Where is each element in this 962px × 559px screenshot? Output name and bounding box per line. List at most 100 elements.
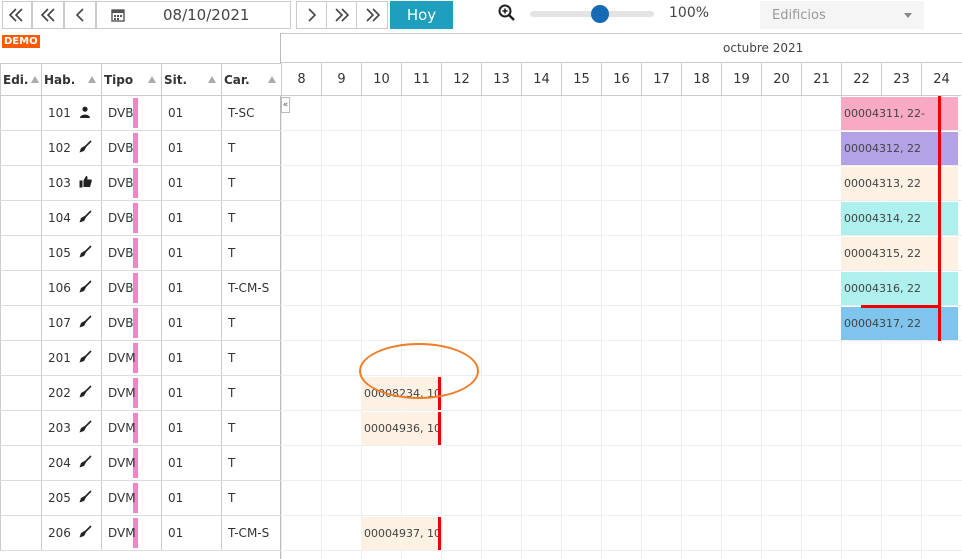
hab-cell[interactable]: 204 [41,446,138,480]
sit-cell: 01 [161,376,221,410]
sort-arrow-icon[interactable] [88,76,96,83]
car-cell: T [221,201,281,235]
room-number: 105 [48,246,71,260]
edi-cell [0,341,41,375]
day-header: 14 [521,63,561,96]
date-value[interactable]: 08/10/2021 [163,6,249,24]
date-picker[interactable]: 08/10/2021 [96,1,291,29]
column-header-sit[interactable]: Sit. [161,63,221,96]
room-list: Edi. Hab. Tipo Sit. Car. 101 DVB 01 T-SC 102… [0,33,281,559]
column-header-label: Sit. [164,72,188,87]
room-number: 101 [48,106,71,120]
zoom-in-icon[interactable] [498,4,516,22]
day-header: 11 [401,63,441,96]
hab-cell[interactable]: 205 [41,481,138,515]
today-button[interactable]: Hoy [390,1,453,29]
tipo-cell: DVB [101,201,161,235]
first-page-button[interactable] [2,1,32,29]
sort-arrow-icon[interactable] [148,76,156,83]
day-header: 9 [321,63,361,96]
hab-cell[interactable]: 201 [41,341,138,375]
room-row[interactable]: 105 DVB 01 T [0,236,281,271]
tipo-cell: DVM [101,516,161,550]
car-cell: T [221,166,281,200]
column-header-tipo[interactable]: Tipo [101,63,161,96]
car-cell: T [221,341,281,375]
room-row[interactable]: 202 DVM 01 T [0,376,281,411]
column-header-car[interactable]: Car. [221,63,281,96]
building-select-placeholder: Edificios [772,7,826,23]
room-row[interactable]: 103 DVB 01 T [0,166,281,201]
room-row[interactable]: 106 DVB 01 T-CM-S [0,271,281,306]
room-row[interactable]: 203 DVM 01 T [0,411,281,446]
hab-cell[interactable]: 206 [41,516,138,550]
calendar-icon [111,9,125,22]
broom-icon [79,525,92,541]
room-row[interactable]: 107 DVB 01 T [0,306,281,341]
day-header: 21 [801,63,841,96]
room-row[interactable]: 205 DVM 01 T [0,481,281,516]
car-cell: T [221,446,281,480]
column-header-hab[interactable]: Hab. [41,63,101,96]
building-select[interactable]: Edificios [760,1,924,29]
room-row[interactable]: 101 DVB 01 T-SC [0,96,281,131]
tipo-cell: DVM [101,446,161,480]
hab-cell[interactable]: 107 [41,306,138,340]
edi-cell [0,131,41,165]
chevron-left-icon [75,8,84,22]
day-header: 13 [481,63,521,96]
booking-block[interactable]: 00004937, 10 [361,517,439,550]
room-row[interactable]: 104 DVB 01 T [0,201,281,236]
grid-row-line [281,165,962,166]
broom-icon [79,455,92,471]
grid-row-line [281,515,962,516]
sort-arrow-icon[interactable] [208,76,216,83]
hab-cell[interactable]: 203 [41,411,138,445]
sit-cell: 01 [161,411,221,445]
broom-icon [79,490,92,506]
room-number: 205 [48,491,71,505]
hab-cell[interactable]: 102 [41,131,138,165]
next-day-button[interactable] [296,1,328,29]
edi-cell [0,481,41,515]
hab-cell[interactable]: 105 [41,236,138,270]
edi-cell [0,201,41,235]
broom-icon [79,140,92,156]
month-header: octubre 2021 [281,33,962,63]
double-bar-right-icon [366,8,381,22]
broom-icon [79,385,92,401]
hab-cell[interactable]: 104 [41,201,138,235]
hab-cell[interactable]: 106 [41,271,138,305]
day-header: 15 [561,63,601,96]
zoom-slider-handle[interactable] [591,5,609,23]
hab-cell[interactable]: 103 [41,166,138,200]
room-row[interactable]: 102 DVB 01 T [0,131,281,166]
room-number: 203 [48,421,71,435]
room-row[interactable]: 204 DVM 01 T [0,446,281,481]
next-week-button[interactable] [326,1,358,29]
double-bar-left-icon [8,8,23,22]
room-row[interactable]: 206 DVM 01 T-CM-S [0,516,281,551]
room-number: 107 [48,316,71,330]
previous-week-button[interactable] [32,1,64,29]
column-header-edi[interactable]: Edi. [0,63,41,96]
sit-cell: 01 [161,271,221,305]
car-cell: T [221,236,281,270]
day-header: 18 [681,63,721,96]
car-cell: T [221,306,281,340]
sort-arrow-icon[interactable] [31,76,39,83]
person-icon [79,106,91,121]
hab-cell[interactable]: 202 [41,376,138,410]
previous-day-button[interactable] [64,1,96,29]
tipo-cell: DVB [101,131,161,165]
car-cell: T [221,131,281,165]
sort-arrow-icon[interactable] [268,76,276,83]
booking-separator-marker [861,305,941,308]
hab-cell[interactable]: 101 [41,96,138,130]
booking-block[interactable]: 00004936, 10 [361,412,439,445]
last-page-button[interactable] [356,1,388,29]
zoom-slider[interactable] [530,5,654,23]
grid-row-line [281,340,962,341]
collapse-panel-button[interactable]: « [281,97,290,113]
room-row[interactable]: 201 DVM 01 T [0,341,281,376]
